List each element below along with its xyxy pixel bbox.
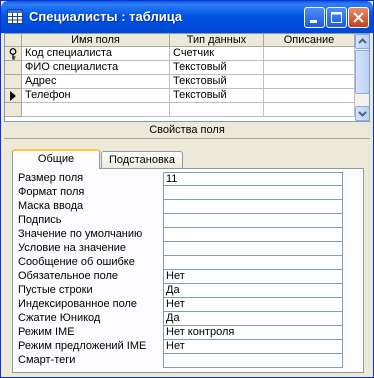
cell-description[interactable]	[264, 47, 355, 61]
property-row[interactable]: Значение по умолчанию	[18, 228, 348, 242]
maximize-icon	[331, 12, 342, 23]
property-value-field[interactable]: Нет	[163, 298, 343, 312]
property-label: Сообщение об ошибке	[18, 256, 135, 268]
scroll-thumb[interactable]	[355, 50, 369, 94]
cell-data-type[interactable]: Текстовый	[170, 75, 264, 89]
property-label: Режим предложений IME	[18, 340, 147, 352]
table-row[interactable]: Телефон Текстовый	[5, 89, 355, 103]
property-value-field[interactable]	[163, 242, 343, 256]
property-label: Условие на значение	[18, 242, 127, 254]
property-row[interactable]: Маска ввода	[18, 200, 348, 214]
property-value-field[interactable]	[163, 354, 343, 368]
property-value-field[interactable]: Нет	[163, 270, 343, 284]
cell-data-type[interactable]: Текстовый	[170, 61, 264, 75]
cell-description[interactable]	[264, 61, 355, 75]
property-value-field[interactable]: Да	[163, 284, 343, 298]
property-label: Сжатие Юникод	[18, 312, 101, 324]
minimize-button[interactable]	[304, 7, 325, 28]
table-row[interactable]: Код специалиста Счетчик	[5, 47, 355, 61]
cell-description[interactable]	[264, 103, 355, 117]
property-label: Значение по умолчанию	[18, 228, 143, 240]
cell-description[interactable]	[264, 75, 355, 89]
title-bar[interactable]: Специалисты : таблица	[1, 1, 373, 33]
column-header-description[interactable]: Описание	[264, 34, 355, 47]
property-value-field[interactable]	[163, 214, 343, 228]
property-row[interactable]: Сообщение об ошибке	[18, 256, 348, 270]
property-label: Пустые строки	[18, 284, 93, 296]
minimize-icon	[310, 20, 317, 23]
property-row[interactable]: Смарт-теги	[18, 354, 348, 368]
chevron-down-icon	[358, 111, 367, 117]
general-properties-panel: Размер поля 11 Формат поля Маска ввода П…	[12, 168, 364, 373]
property-row[interactable]: Формат поля	[18, 186, 348, 200]
property-value-field[interactable]: Нет	[163, 340, 343, 354]
current-row-arrow-icon	[10, 91, 16, 101]
property-label: Режим IME	[18, 326, 75, 338]
table-design-window: Специалисты : таблица Имя поля Тип данны…	[0, 0, 374, 378]
property-row[interactable]: Обязательное поле Нет	[18, 270, 348, 284]
cell-field-name[interactable]	[22, 103, 170, 117]
grid-header: Имя поля Тип данных Описание	[5, 34, 355, 47]
table-row[interactable]: ФИО специалиста Текстовый	[5, 61, 355, 75]
tab-lookup[interactable]: Подстановка	[101, 151, 183, 169]
property-row[interactable]: Пустые строки Да	[18, 284, 348, 298]
vertical-scrollbar[interactable]	[355, 34, 369, 121]
property-value-field[interactable]: Да	[163, 312, 343, 326]
cell-field-name[interactable]: Телефон	[22, 89, 170, 103]
column-header-field-name[interactable]: Имя поля	[22, 34, 170, 47]
table-row[interactable]: Адрес Текстовый	[5, 75, 355, 89]
cell-description[interactable]	[264, 89, 355, 103]
key-icon	[9, 48, 17, 60]
cell-data-type[interactable]: Текстовый	[170, 89, 264, 103]
property-value-field[interactable]: 11	[163, 172, 343, 186]
cell-field-name[interactable]: Адрес	[22, 75, 170, 89]
cell-data-type[interactable]: Счетчик	[170, 47, 264, 61]
property-label: Формат поля	[18, 186, 85, 198]
property-row[interactable]: Подпись	[18, 214, 348, 228]
property-row[interactable]: Режим предложений IME Нет	[18, 340, 348, 354]
scroll-down-button[interactable]	[355, 106, 369, 121]
property-label: Обязательное поле	[18, 270, 119, 282]
chevron-up-icon	[358, 38, 367, 44]
property-row[interactable]: Размер поля 11	[18, 172, 348, 186]
cell-data-type[interactable]	[170, 103, 264, 117]
field-properties-caption: Свойства поля	[4, 122, 370, 138]
field-properties-pane: Общие Подстановка Размер поля 11 Формат …	[4, 138, 370, 376]
column-header-data-type[interactable]: Тип данных	[170, 34, 264, 47]
property-label: Маска ввода	[18, 200, 84, 212]
property-label: Индексированное поле	[18, 298, 137, 310]
table-icon	[7, 9, 23, 24]
property-label: Подпись	[18, 214, 62, 226]
property-label: Размер поля	[18, 172, 84, 184]
maximize-button[interactable]	[326, 7, 347, 28]
property-value-field[interactable]	[163, 228, 343, 242]
close-button[interactable]	[348, 7, 369, 28]
row-selector[interactable]	[5, 103, 22, 117]
field-design-grid: Имя поля Тип данных Описание Код специал…	[4, 33, 370, 122]
row-selector[interactable]	[5, 89, 22, 103]
row-selector[interactable]	[5, 47, 22, 61]
tab-general[interactable]: Общие	[12, 149, 100, 169]
header-selector	[5, 34, 22, 47]
scroll-up-button[interactable]	[355, 34, 369, 49]
close-icon	[353, 12, 364, 23]
property-value-field[interactable]	[163, 200, 343, 214]
property-row[interactable]: Сжатие Юникод Да	[18, 312, 348, 326]
window-title: Специалисты : таблица	[29, 9, 183, 24]
property-value-field[interactable]: Нет контроля	[163, 326, 343, 340]
table-row[interactable]	[5, 103, 355, 117]
row-selector[interactable]	[5, 75, 22, 89]
property-label: Смарт-теги	[18, 354, 76, 366]
property-row[interactable]: Условие на значение	[18, 242, 348, 256]
property-row[interactable]: Индексированное поле Нет	[18, 298, 348, 312]
cell-field-name[interactable]: ФИО специалиста	[22, 61, 170, 75]
property-value-field[interactable]	[163, 186, 343, 200]
cell-field-name[interactable]: Код специалиста	[22, 47, 170, 61]
property-row[interactable]: Режим IME Нет контроля	[18, 326, 348, 340]
row-selector[interactable]	[5, 61, 22, 75]
property-value-field[interactable]	[163, 256, 343, 270]
